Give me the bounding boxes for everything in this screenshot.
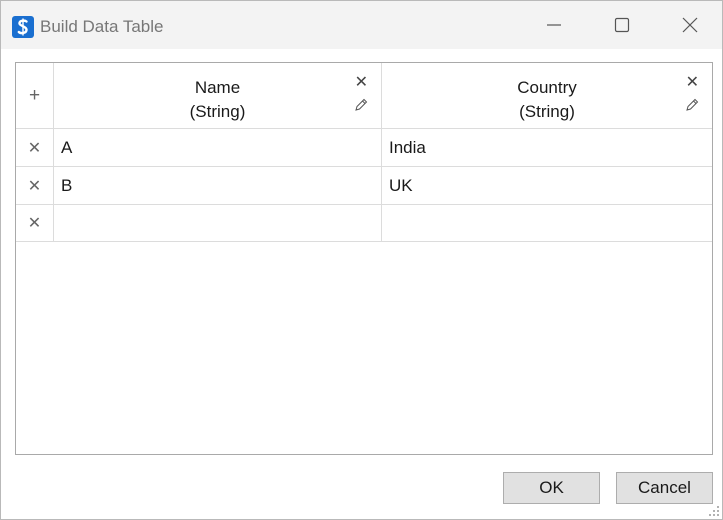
add-row-button[interactable]: +: [16, 63, 54, 129]
cell-value: B: [61, 175, 73, 195]
table-cell[interactable]: B: [54, 167, 382, 205]
table-cell[interactable]: India: [382, 129, 712, 167]
cell-value: India: [389, 137, 426, 157]
minimize-button[interactable]: [521, 1, 587, 49]
minimize-icon: [547, 24, 561, 26]
maximize-icon: [614, 17, 630, 33]
close-button[interactable]: [657, 1, 723, 49]
table-cell[interactable]: [382, 205, 712, 242]
plus-icon: +: [28, 84, 41, 106]
data-table: + Name (String) ✕ Country (String) ✕ ✕ A…: [15, 62, 713, 455]
delete-row-button[interactable]: ✕: [16, 167, 54, 205]
title-bar[interactable]: Build Data Table: [1, 1, 722, 49]
delete-row-icon: ✕: [27, 215, 42, 232]
column-type-label: (String): [189, 102, 246, 121]
delete-row-button[interactable]: ✕: [16, 129, 54, 167]
cancel-button[interactable]: Cancel: [616, 472, 713, 504]
cell-value: UK: [389, 175, 413, 195]
app-s-icon: [12, 16, 34, 38]
resize-grip-icon[interactable]: [708, 504, 720, 520]
delete-row-icon: ✕: [27, 177, 42, 195]
delete-column-icon[interactable]: ✕: [355, 72, 368, 92]
column-header-country: Country (String) ✕: [382, 63, 712, 129]
column-header-name: Name (String) ✕: [54, 63, 382, 129]
column-name-label: Name: [194, 78, 241, 97]
build-data-table-window: Build Data Table + Name (String) ✕ Count…: [0, 0, 723, 520]
delete-row-icon: ✕: [27, 139, 42, 157]
delete-column-icon[interactable]: ✕: [686, 72, 699, 92]
table-cell[interactable]: UK: [382, 167, 712, 205]
window-title: Build Data Table: [40, 17, 164, 36]
edit-column-icon[interactable]: [685, 98, 699, 117]
ok-button[interactable]: OK: [503, 472, 600, 504]
table-cell[interactable]: A: [54, 129, 382, 167]
maximize-button[interactable]: [589, 1, 655, 49]
delete-row-button[interactable]: ✕: [16, 205, 54, 242]
table-cell[interactable]: [54, 205, 382, 242]
close-icon: [682, 17, 698, 33]
edit-column-icon[interactable]: [354, 98, 368, 117]
column-name-label: Country: [517, 78, 577, 97]
cell-value: A: [61, 137, 73, 157]
column-type-label: (String): [519, 102, 575, 121]
